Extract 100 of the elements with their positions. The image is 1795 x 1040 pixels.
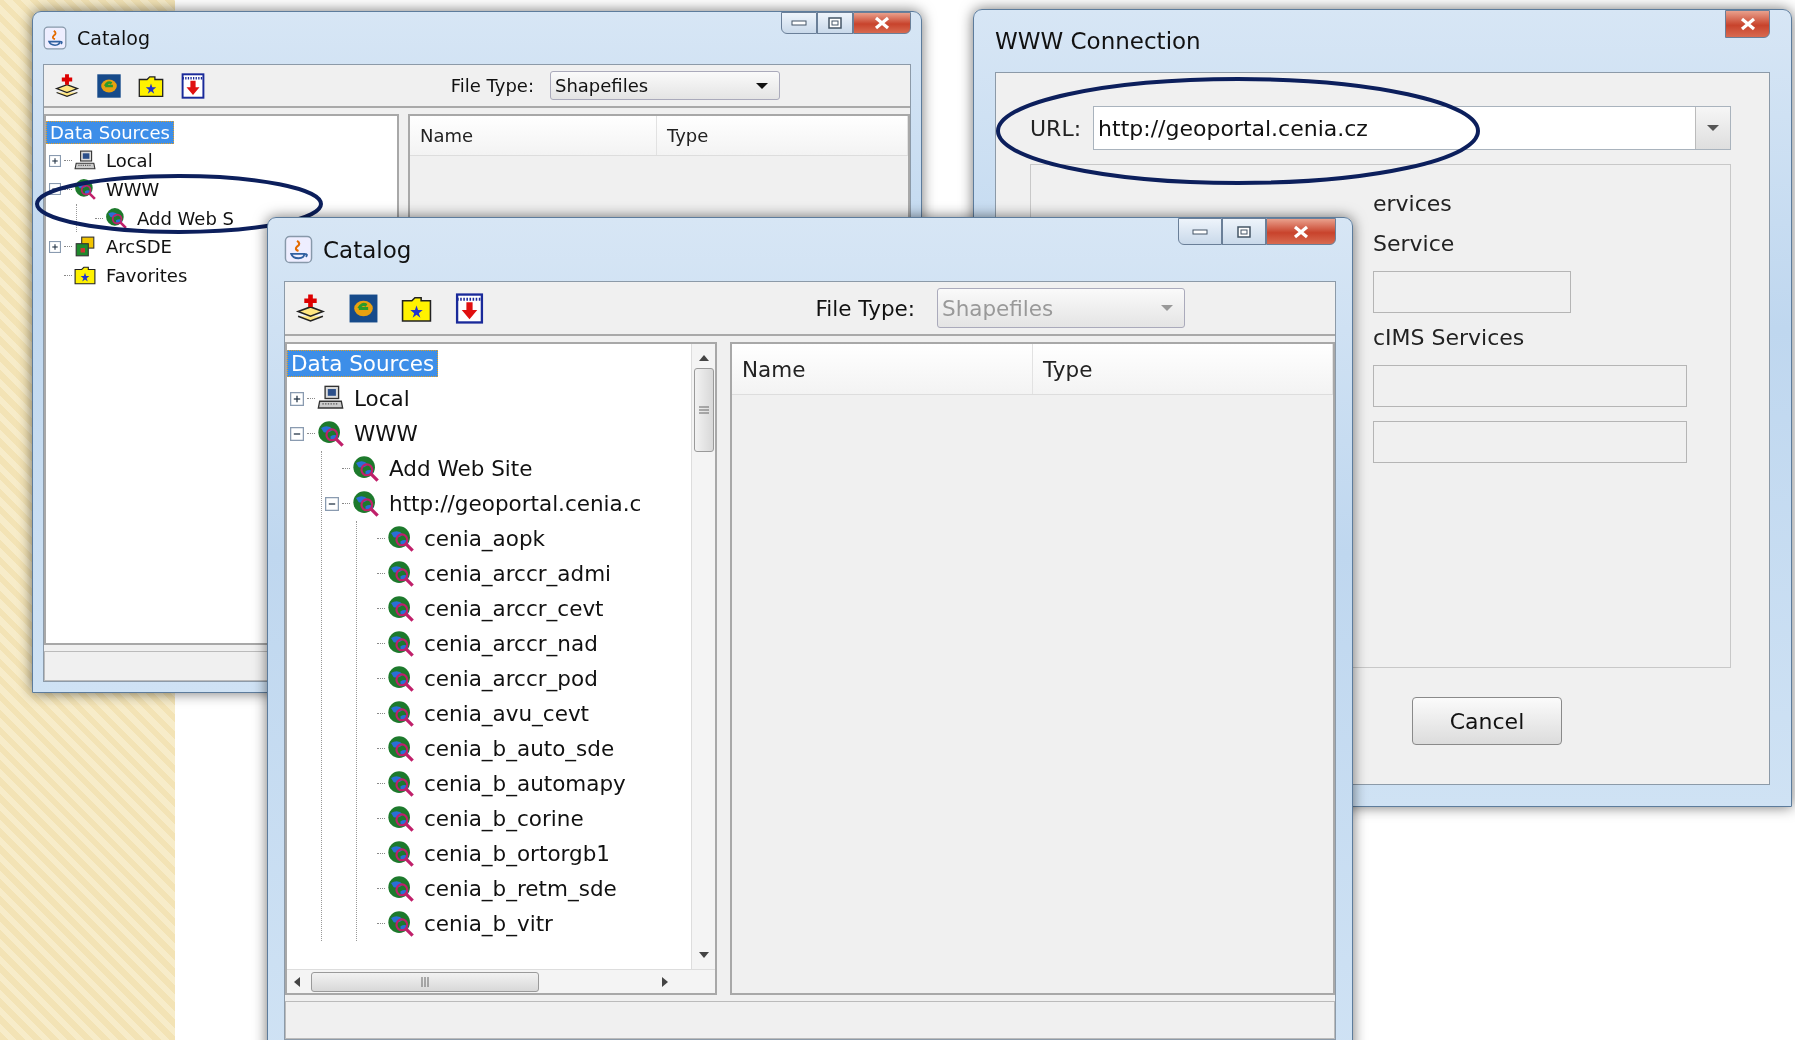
- tree-item[interactable]: cenia_arccr_cevt: [420, 595, 608, 622]
- globe-icon: [317, 420, 344, 447]
- scroll-down-icon: [697, 951, 710, 959]
- tree-item[interactable]: cenia_arccr_nad: [420, 630, 602, 657]
- expand-toggle[interactable]: [49, 183, 61, 196]
- expand-toggle[interactable]: [325, 496, 339, 511]
- scroll-up-icon: [697, 354, 710, 362]
- tree-item[interactable]: cenia_b_ortorgb1: [420, 840, 614, 867]
- tree-item[interactable]: cenia_arccr_pod: [420, 665, 602, 692]
- app-icon: [43, 26, 67, 50]
- globe-icon: [387, 560, 414, 587]
- column-header[interactable]: Type: [1033, 344, 1333, 394]
- tree-item[interactable]: cenia_avu_cevt: [420, 700, 594, 727]
- app-icon: [284, 235, 313, 264]
- file-type-label: File Type:: [815, 295, 915, 321]
- computer-icon: [317, 385, 344, 412]
- window-title: Catalog: [77, 27, 150, 49]
- globe-icon: [387, 525, 414, 552]
- download-button[interactable]: [454, 292, 485, 324]
- tree-item[interactable]: cenia_b_vitr: [420, 910, 557, 937]
- maximize-icon: [1236, 225, 1251, 238]
- web-button[interactable]: [96, 72, 122, 99]
- minimize-icon: [1191, 228, 1208, 235]
- tree-item[interactable]: cenia_b_auto_sde: [420, 735, 619, 762]
- tree-item[interactable]: cenia_b_corine: [420, 805, 588, 832]
- tree-item[interactable]: Add Web Site: [385, 455, 537, 482]
- globe-icon: [387, 700, 414, 727]
- globe-icon: [387, 875, 414, 902]
- dropdown-button[interactable]: [1695, 107, 1730, 149]
- file-type-label: File Type:: [450, 75, 534, 96]
- minimize-button[interactable]: [781, 12, 818, 34]
- maximize-button[interactable]: [817, 12, 854, 34]
- globe-icon: [387, 770, 414, 797]
- globe-icon: [387, 630, 414, 657]
- grip-icon: [419, 975, 431, 988]
- globe-icon: [352, 455, 379, 482]
- scroll-right-icon: [661, 975, 669, 988]
- expand-toggle[interactable]: [290, 391, 304, 406]
- column-header[interactable]: Name: [732, 344, 1033, 394]
- maximize-button[interactable]: [1221, 218, 1266, 245]
- close-icon: [1291, 224, 1310, 239]
- computer-icon: [74, 149, 96, 172]
- stack-plus-icon: [295, 292, 326, 324]
- tree-item[interactable]: cenia_b_automapy: [420, 770, 630, 797]
- tree-item[interactable]: WWW: [102, 178, 164, 201]
- caret-icon: [1706, 124, 1720, 132]
- stack-plus-icon: [54, 72, 80, 99]
- tree-item[interactable]: Local: [102, 149, 157, 173]
- tree-item[interactable]: ArcSDE: [102, 235, 176, 259]
- minimize-button[interactable]: [1177, 218, 1222, 245]
- caret-icon: [1160, 304, 1174, 312]
- tree-item[interactable]: http://geoportal.cenia.c: [385, 490, 646, 517]
- web-button[interactable]: [348, 292, 379, 324]
- text-field[interactable]: [1373, 271, 1571, 313]
- close-button[interactable]: [1265, 218, 1336, 245]
- stacked-boxes-icon: [74, 235, 96, 258]
- text-field[interactable]: [1373, 421, 1687, 463]
- add-data-button[interactable]: [295, 292, 326, 324]
- tree-item[interactable]: Add Web S: [133, 206, 238, 230]
- column-header[interactable]: Type: [657, 116, 908, 155]
- tree-item[interactable]: cenia_arccr_admi: [420, 560, 616, 587]
- section-label: Service: [1373, 230, 1455, 258]
- expand-toggle[interactable]: [49, 240, 61, 253]
- add-data-button[interactable]: [54, 72, 80, 99]
- tree-item[interactable]: WWW: [350, 420, 422, 447]
- globe-icon: [387, 840, 414, 867]
- globe-icon: [387, 735, 414, 762]
- close-icon: [873, 16, 892, 30]
- folder-star-icon: [74, 264, 96, 287]
- close-button[interactable]: [853, 12, 911, 34]
- window-title: Catalog: [323, 236, 412, 263]
- globe-icon: [387, 665, 414, 692]
- scrollbar-thumb[interactable]: [693, 368, 714, 452]
- scroll-left-icon: [293, 975, 301, 988]
- tree-item[interactable]: Favorites: [102, 263, 192, 287]
- globe-icon: [387, 805, 414, 832]
- close-button[interactable]: [1725, 10, 1770, 38]
- tree-item[interactable]: cenia_aopk: [420, 525, 549, 552]
- expand-toggle[interactable]: [49, 154, 61, 167]
- vertical-scrollbar[interactable]: [691, 344, 715, 969]
- maximize-icon: [828, 17, 843, 29]
- close-icon: [1738, 17, 1757, 31]
- section-label: ervices: [1373, 190, 1452, 218]
- globe-icon: [387, 595, 414, 622]
- globe-square-icon: [348, 292, 379, 324]
- tree-item[interactable]: cenia_b_retm_sde: [420, 875, 621, 902]
- globe-square-icon: [96, 72, 122, 99]
- horizontal-scrollbar[interactable]: [287, 969, 715, 993]
- text-field[interactable]: [1373, 365, 1687, 407]
- globe-icon: [352, 490, 379, 517]
- scrollbar-thumb[interactable]: [311, 971, 539, 992]
- globe-icon: [74, 178, 96, 201]
- column-header[interactable]: Name: [410, 116, 657, 155]
- tree-item[interactable]: Local: [350, 385, 414, 412]
- globe-icon: [105, 207, 127, 230]
- download-button[interactable]: [180, 72, 206, 99]
- cancel-button[interactable]: Cancel: [1412, 697, 1562, 745]
- expand-toggle[interactable]: [290, 426, 304, 441]
- globe-icon: [387, 910, 414, 937]
- file-type-dropdown[interactable]: Shapefiles: [550, 71, 780, 100]
